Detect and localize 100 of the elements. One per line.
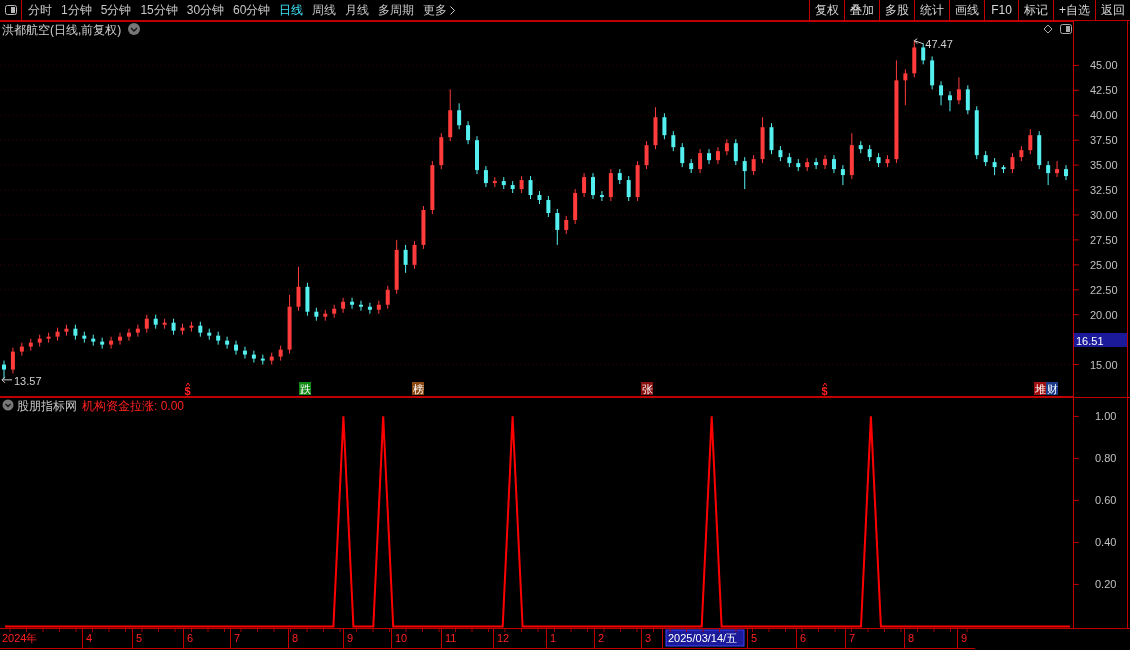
candle — [1037, 130, 1042, 170]
period-tab[interactable]: 5分钟 — [100, 1, 132, 19]
diamond-icon[interactable] — [1043, 24, 1053, 34]
candle — [956, 76, 961, 105]
period-tab[interactable]: 月线 — [345, 1, 370, 19]
date-label: 9 — [347, 632, 354, 644]
date-label: 10 — [395, 632, 408, 644]
candle — [457, 102, 462, 130]
candle — [930, 55, 935, 90]
toolbar-button[interactable]: 多股 — [879, 0, 914, 20]
candle — [635, 160, 640, 202]
candle — [671, 130, 676, 152]
period-tab[interactable]: 更多 — [423, 1, 456, 19]
candle — [171, 318, 176, 336]
candle — [448, 88, 453, 142]
candle — [421, 205, 426, 250]
candle — [805, 157, 810, 172]
toolbar-button[interactable]: F10 — [984, 0, 1018, 20]
candle — [689, 158, 694, 174]
chevron-right-icon — [450, 5, 456, 15]
cursor-date-label: 2025/03/14/五 — [665, 629, 745, 647]
candle — [617, 168, 622, 185]
candle — [555, 208, 560, 246]
panel-toggle-icon[interactable] — [4, 5, 17, 15]
period-tab[interactable]: 周线 — [312, 1, 337, 19]
period-tab[interactable]: 15分钟 — [140, 1, 178, 19]
candle — [100, 337, 105, 350]
candle — [823, 154, 828, 170]
candle — [733, 138, 738, 166]
period-tab[interactable]: 60分钟 — [233, 1, 271, 19]
candle — [466, 120, 471, 145]
candle — [287, 294, 292, 355]
candle — [831, 154, 836, 174]
candle — [564, 215, 569, 235]
signal-badge: 跌 — [299, 382, 311, 395]
period-tab[interactable]: 日线 — [279, 1, 304, 19]
axis-label: 0.20 — [1095, 578, 1117, 591]
axis-label: 40.00 — [1090, 109, 1118, 122]
candle — [840, 164, 845, 186]
axis-label: 15.00 — [1090, 358, 1118, 371]
candle — [64, 324, 69, 337]
axis-label: 32.50 — [1090, 184, 1118, 197]
candle — [528, 175, 533, 200]
date-label: 6 — [187, 632, 194, 644]
dropdown-icon[interactable] — [128, 23, 140, 35]
toolbar-button[interactable]: +自选 — [1053, 0, 1095, 20]
candle — [126, 328, 131, 342]
toolbar-button[interactable]: 画线 — [949, 0, 984, 20]
period-tab[interactable]: 30分钟 — [186, 1, 225, 19]
candle — [1019, 145, 1024, 162]
candle — [91, 334, 96, 347]
axis-label: 0.40 — [1095, 536, 1117, 549]
candle — [724, 138, 729, 156]
candle — [742, 156, 747, 190]
period-tab[interactable]: 分时 — [28, 1, 52, 19]
candle — [269, 352, 274, 366]
candle — [707, 148, 712, 165]
candle — [296, 266, 301, 312]
indicator-value: 机构资金拉涨: 0.00 — [82, 398, 185, 413]
candle — [367, 302, 372, 315]
candle — [314, 307, 319, 322]
axis-label: 22.50 — [1090, 283, 1118, 296]
candle — [1028, 128, 1033, 155]
toolbar-button[interactable]: 叠加 — [844, 0, 879, 20]
candle — [644, 140, 649, 170]
candle — [885, 154, 890, 168]
signal-badge: 张 — [641, 382, 653, 395]
candle — [332, 304, 337, 319]
candle — [974, 105, 979, 160]
toolbar-button[interactable]: 返回 — [1095, 0, 1130, 20]
candle — [483, 165, 488, 188]
candle — [37, 334, 42, 348]
collapse-icon[interactable] — [2, 399, 14, 411]
candle — [867, 144, 872, 162]
toolbar-button[interactable]: 复权 — [809, 0, 844, 20]
candle — [626, 175, 631, 202]
date-label: 5 — [136, 632, 143, 644]
candle — [2, 360, 6, 380]
axis-label: 0.80 — [1095, 452, 1117, 465]
candle — [1001, 164, 1006, 174]
candle — [1055, 160, 1060, 178]
period-tab[interactable]: 多周期 — [378, 1, 415, 19]
panel-toggle-icon[interactable] — [1060, 24, 1072, 34]
candle — [546, 195, 551, 218]
candle — [385, 285, 390, 310]
candle — [501, 176, 506, 190]
candle — [162, 318, 167, 330]
candle — [19, 342, 24, 357]
signal-badge: 榜 — [412, 382, 424, 395]
toolbar-button[interactable]: 统计 — [914, 0, 949, 20]
stock-title: 洪都航空(日线,前复权) — [2, 23, 122, 37]
candle — [225, 336, 230, 350]
candle — [242, 346, 247, 360]
candle — [787, 152, 792, 168]
toolbar-button[interactable]: 标记 — [1018, 0, 1053, 20]
candle — [403, 244, 408, 274]
candle — [207, 328, 212, 341]
candle — [510, 180, 515, 194]
period-tab[interactable]: 1分钟 — [61, 1, 92, 19]
dollar-signal: $ — [184, 382, 191, 397]
